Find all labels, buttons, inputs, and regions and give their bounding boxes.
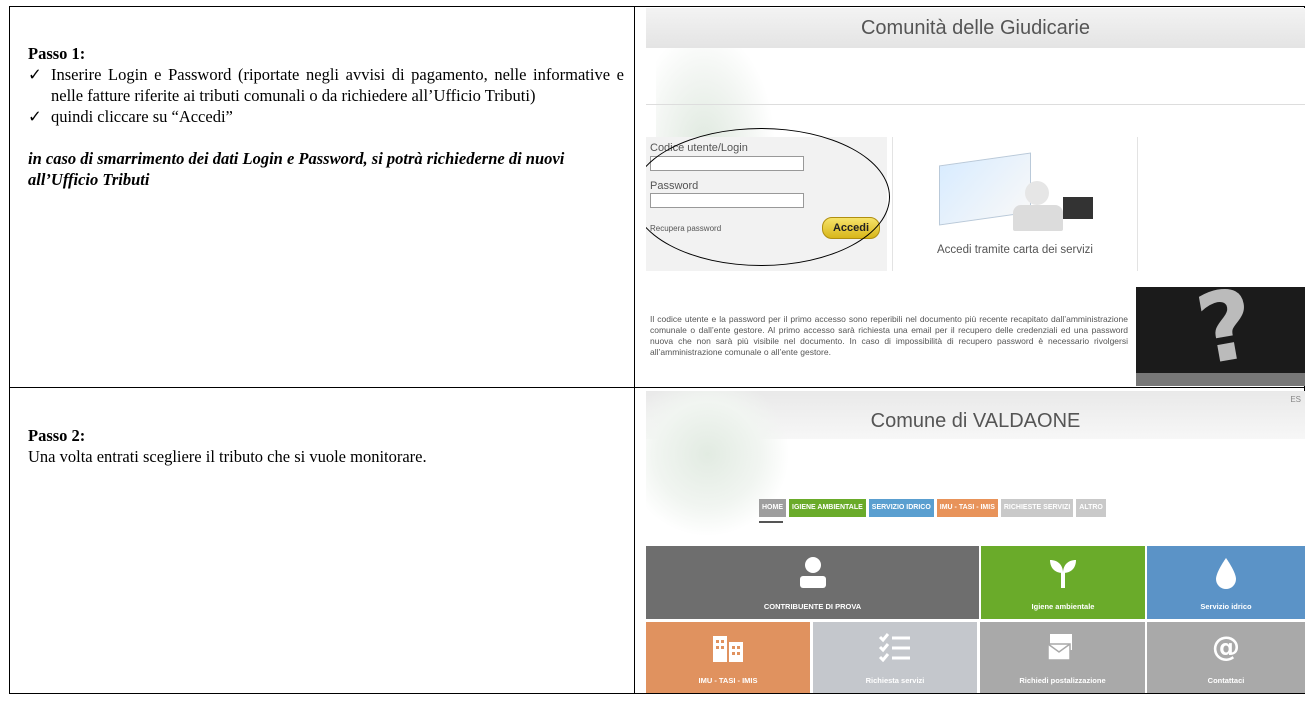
- tile-label: Richiesta servizi: [865, 676, 925, 685]
- at-icon: @: [1212, 630, 1240, 663]
- tile-label: Igiene ambientale: [1031, 602, 1095, 611]
- header-divider: [646, 104, 1305, 105]
- step-1-label: Passo 1:: [28, 44, 86, 63]
- tile-contribuente[interactable]: CONTRIBUENTE DI PROVA: [646, 546, 979, 619]
- check-icon: ✓: [28, 65, 42, 84]
- step-1-bullets: ✓ Inserire Login e Password (riportate ne…: [28, 64, 624, 127]
- nav-altro[interactable]: ALTRO: [1076, 499, 1106, 517]
- checklist-icon: [878, 632, 912, 664]
- sprout-icon: [1048, 556, 1078, 592]
- login-page-title: Comunità delle Giudicarie: [646, 8, 1305, 48]
- corner-text: ES: [1290, 395, 1301, 404]
- tile-igiene-ambientale[interactable]: Igiene ambientale: [981, 546, 1145, 619]
- credentials-info-text: Il codice utente e la password per il pr…: [650, 314, 1128, 357]
- service-card-login[interactable]: Accedi tramite carta dei servizi: [892, 137, 1138, 271]
- blank-block: [796, 538, 856, 546]
- nav-igiene-ambientale[interactable]: IGIENE AMBIENTALE: [789, 499, 866, 517]
- person-icon: [1005, 181, 1067, 237]
- tile-label: CONTRIBUENTE DI PROVA: [763, 602, 862, 611]
- bullet-text: quindi cliccare su “Accedi”: [51, 107, 233, 126]
- step-1-note: in caso di smarrimento dei dati Login e …: [28, 149, 565, 189]
- tile-label: Contattaci: [1207, 676, 1245, 685]
- tile-label: Servizio idrico: [1200, 602, 1252, 611]
- step-2-label: Passo 2:: [28, 426, 86, 445]
- water-drop-icon: [1211, 556, 1241, 592]
- bullet-text: Inserire Login e Password (riportate neg…: [51, 65, 624, 105]
- mail-icon: [1046, 632, 1080, 664]
- dashboard-screenshot: Comune di VALDAONE ES HOME IGIENE AMBIEN…: [646, 391, 1305, 693]
- nav-servizio-idrico[interactable]: SERVIZIO IDRICO: [868, 499, 934, 517]
- help-image: ?: [1136, 267, 1305, 386]
- check-icon: ✓: [28, 107, 42, 126]
- step-2-cell: Passo 2: Una volta entrati scegliere il …: [28, 425, 624, 467]
- row-divider: [10, 387, 1304, 388]
- tile-label: IMU - TASI - IMIS: [698, 676, 758, 685]
- buildings-icon: [711, 632, 745, 664]
- service-card-caption: Accedi tramite carta dei servizi: [937, 244, 1093, 256]
- laptop-icon: [1063, 197, 1093, 219]
- step-1-cell: Passo 1: ✓ Inserire Login e Password (rip…: [28, 43, 624, 190]
- tile-richiedi-postalizzazione[interactable]: Richiedi postalizzazione: [980, 622, 1145, 693]
- help-bar: [1136, 373, 1305, 386]
- login-screenshot: Comunità delle Giudicarie Codice utente/…: [646, 8, 1305, 386]
- question-mark-icon: ?: [1188, 267, 1263, 386]
- bullet-item: ✓ quindi cliccare su “Accedi”: [28, 106, 624, 127]
- nav-imu-tasi-imis[interactable]: IMU - TASI - IMIS: [936, 499, 998, 517]
- tile-richiesta-servizi[interactable]: Richiesta servizi: [813, 622, 977, 693]
- tile-contattaci[interactable]: @ Contattaci: [1147, 622, 1305, 693]
- step-2-text: Una volta entrati scegliere il tributo c…: [28, 447, 427, 466]
- nav-active-indicator: [759, 521, 783, 523]
- nav-home[interactable]: HOME: [759, 499, 786, 517]
- tile-imu-tasi-imis[interactable]: IMU - TASI - IMIS: [646, 622, 810, 693]
- bullet-item: ✓ Inserire Login e Password (riportate ne…: [28, 64, 624, 106]
- tile-label: Richiedi postalizzazione: [1019, 676, 1106, 685]
- nav-richieste-servizi[interactable]: RICHIESTE SERVIZI: [1000, 499, 1074, 517]
- user-icon: [798, 556, 828, 592]
- column-divider: [634, 7, 635, 693]
- top-nav: HOME IGIENE AMBIENTALE SERVIZIO IDRICO I…: [759, 499, 1106, 517]
- tile-servizio-idrico[interactable]: Servizio idrico: [1147, 546, 1305, 619]
